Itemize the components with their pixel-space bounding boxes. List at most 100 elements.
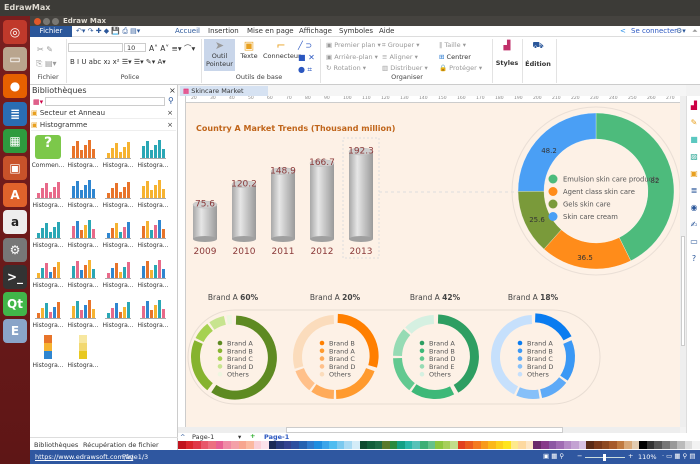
donut-slice[interactable]: [311, 384, 335, 399]
palette-swatch[interactable]: [321, 441, 330, 449]
palette-swatch[interactable]: [299, 441, 307, 449]
palette-swatch[interactable]: [276, 441, 284, 449]
close-section-icon[interactable]: ×: [167, 121, 173, 129]
donut-slice[interactable]: [195, 323, 213, 343]
library-item-histogram[interactable]: Histogra...: [101, 135, 135, 173]
fill-icon[interactable]: ■: [689, 135, 699, 145]
hyperlink-icon[interactable]: ◉: [689, 203, 699, 213]
library-item-histogram[interactable]: Histogra...: [101, 255, 135, 293]
quick-access-toolbar[interactable]: ↶▾ ↷ ✚ ◆ 💾 ⎙ ▤▾: [76, 27, 140, 36]
qt-icon[interactable]: Qt: [3, 292, 27, 316]
palette-swatch[interactable]: [404, 441, 413, 449]
palette-swatch[interactable]: [246, 441, 254, 449]
image-icon[interactable]: ▨: [689, 152, 699, 162]
add-page-icon[interactable]: +: [250, 432, 255, 440]
donut-slice[interactable]: [209, 315, 226, 330]
tab-insertion[interactable]: Insertion: [208, 27, 239, 35]
drawing-canvas[interactable]: Country A Market Trends (Thousand millio…: [186, 103, 681, 427]
donut-slice[interactable]: [405, 315, 435, 334]
palette-swatch[interactable]: [178, 441, 186, 449]
palette-swatch[interactable]: [548, 441, 557, 449]
library-item-histogram[interactable]: Histogra...: [31, 175, 65, 213]
palette-swatch[interactable]: [344, 441, 352, 449]
library-item-histogram[interactable]: Histogra...: [136, 255, 170, 293]
protect-button[interactable]: 🔒 Protéger ▾: [439, 64, 482, 72]
view-mode-icons[interactable]: ▣ ▦ ⚲: [543, 452, 564, 460]
palette-swatch[interactable]: [329, 441, 337, 449]
palette-swatch[interactable]: [215, 441, 224, 449]
library-item-histogram[interactable]: Histogra...: [31, 335, 65, 373]
palette-swatch[interactable]: [593, 441, 602, 449]
writer-icon[interactable]: ≣: [3, 101, 27, 126]
palette-swatch[interactable]: [185, 441, 194, 449]
library-section-secteur[interactable]: ▣ Secteur et Anneau ×: [31, 109, 176, 119]
layers-icon[interactable]: ▣: [689, 169, 699, 179]
tab-symboles[interactable]: Symboles: [339, 27, 373, 35]
palette-swatch[interactable]: [283, 441, 292, 449]
palette-swatch[interactable]: [480, 441, 489, 449]
tab-mise-en-page[interactable]: Mise en page: [247, 27, 294, 35]
close-window-button[interactable]: [34, 18, 41, 25]
donut-slice[interactable]: [516, 387, 540, 400]
palette-swatch[interactable]: [314, 441, 322, 449]
font-size-select[interactable]: 10: [124, 43, 146, 52]
palette-swatch[interactable]: [382, 441, 390, 449]
library-item-histogram[interactable]: Histogra...: [66, 255, 100, 293]
calc-icon[interactable]: ▦: [3, 128, 27, 153]
palette-swatch[interactable]: [624, 441, 632, 449]
palette-swatch[interactable]: [442, 441, 451, 449]
palette-swatch[interactable]: [654, 441, 662, 449]
donut-slice[interactable]: [543, 229, 631, 270]
palette-swatch[interactable]: [351, 441, 360, 449]
library-item-histogram[interactable]: Histogra...: [101, 295, 135, 333]
cut-icon[interactable]: ✂ ✎: [37, 45, 53, 54]
palette-swatch[interactable]: [465, 441, 473, 449]
active-page-tab[interactable]: Page-1: [264, 433, 289, 441]
library-item-histogram[interactable]: Histogra...: [31, 255, 65, 293]
palette-swatch[interactable]: [571, 441, 579, 449]
file-menu-button[interactable]: Fichier: [30, 26, 72, 37]
document-tab[interactable]: ▦ Skincare Market Trends ×: [180, 86, 268, 103]
palette-swatch[interactable]: [488, 441, 496, 449]
palette-swatch[interactable]: [601, 441, 610, 449]
terminal-icon[interactable]: >_: [3, 264, 27, 289]
bar-2012[interactable]: [309, 159, 335, 242]
palette-swatch[interactable]: [374, 441, 383, 449]
page-selector[interactable]: Page-1: [192, 433, 214, 441]
palette-swatch[interactable]: [472, 441, 481, 449]
donut-slice[interactable]: [595, 112, 675, 262]
donut-slice[interactable]: [540, 377, 567, 399]
font-family-select[interactable]: [68, 43, 123, 52]
library-item-histogram[interactable]: Histogra...: [31, 295, 65, 333]
library-item-histogram[interactable]: Histogra...: [66, 215, 100, 253]
palette-swatch[interactable]: [609, 441, 617, 449]
library-item-histogram[interactable]: Histogra...: [66, 135, 100, 173]
tab-bibliotheques[interactable]: Bibliothèques: [34, 441, 78, 449]
palette-swatch[interactable]: [193, 441, 201, 449]
library-item-comment[interactable]: ? Commen...: [31, 135, 65, 173]
collapse-ribbon-icon[interactable]: ⏶: [692, 27, 698, 36]
palette-swatch[interactable]: [578, 441, 587, 449]
palette-swatch[interactable]: [359, 441, 368, 449]
center-button[interactable]: ⊞ Centrer: [439, 53, 471, 61]
files-icon[interactable]: ▭: [3, 47, 27, 72]
donut-slice[interactable]: [190, 340, 213, 391]
donut-slice[interactable]: [411, 384, 455, 399]
palette-swatch[interactable]: [684, 441, 693, 449]
palette-swatch[interactable]: [518, 441, 526, 449]
rotation-button[interactable]: ↻ Rotation ▾: [326, 64, 366, 72]
palette-swatch[interactable]: [639, 441, 647, 449]
library-item-histogram[interactable]: Histogra...: [66, 335, 100, 373]
library-item-histogram[interactable]: Histogra...: [136, 175, 170, 213]
donut-slice[interactable]: [393, 357, 415, 391]
palette-swatch[interactable]: [662, 441, 670, 449]
tab-accueil[interactable]: Accueil: [175, 27, 200, 35]
library-item-histogram[interactable]: Histogra...: [31, 215, 65, 253]
copy-paste-icon[interactable]: ⎘ ▤▾: [36, 59, 57, 69]
pointer-tool-button[interactable]: ➤ Outil Pointeur: [204, 39, 235, 71]
software-center-icon[interactable]: A: [3, 183, 27, 208]
palette-swatch[interactable]: [563, 441, 572, 449]
palette-swatch[interactable]: [306, 441, 315, 449]
palette-swatch[interactable]: [586, 441, 594, 449]
bar-2011[interactable]: [270, 167, 296, 242]
